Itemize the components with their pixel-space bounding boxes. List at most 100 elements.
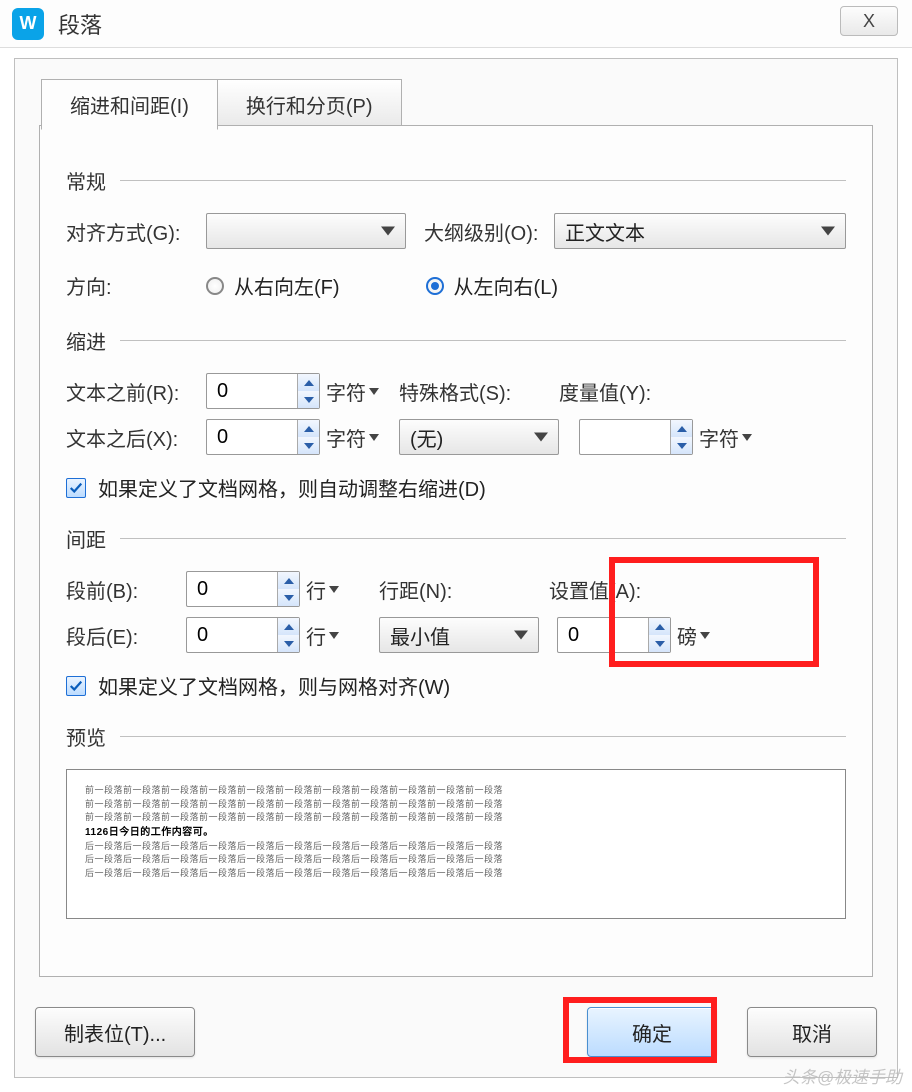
snap-grid-label: 如果定义了文档网格，则与网格对齐(W) [98, 671, 450, 700]
checkbox-checked-icon [66, 478, 86, 498]
watermark: 头条@极速手助 [783, 1063, 902, 1088]
spinner-down-icon[interactable] [278, 589, 299, 606]
special-format-label: 特殊格式(S): [399, 377, 529, 406]
before-text-label: 文本之前(R): [66, 377, 206, 406]
snap-grid-checkbox[interactable]: 如果定义了文档网格，则与网格对齐(W) [66, 671, 450, 700]
setting-spinner[interactable] [557, 617, 671, 653]
chevron-down-icon [700, 632, 710, 639]
chevron-down-icon [329, 632, 339, 639]
preview-line: 后一段落后一段落后一段落后一段落后一段落后一段落后一段落后一段落后一段落后一段落… [85, 867, 827, 881]
setting-unit[interactable]: 磅 [677, 621, 710, 650]
chevron-down-icon [369, 388, 379, 395]
chevron-down-icon [514, 631, 528, 640]
radio-rtl[interactable]: 从右向左(F) [206, 271, 340, 300]
before-text-input[interactable] [207, 374, 297, 408]
cancel-button[interactable]: 取消 [747, 1007, 877, 1057]
tab-indent-spacing[interactable]: 缩进和间距(I) [41, 79, 218, 130]
before-text-unit[interactable]: 字符 [326, 377, 379, 406]
measure-unit[interactable]: 字符 [699, 423, 752, 452]
line-spacing-dropdown[interactable]: 最小值 [379, 617, 539, 653]
chevron-down-icon [742, 434, 752, 441]
spinner-down-icon[interactable] [298, 391, 319, 408]
spinner-up-icon[interactable] [298, 420, 319, 437]
preview-heading: 预览 [66, 722, 106, 751]
preview-line: 前一段落前一段落前一段落前一段落前一段落前一段落前一段落前一段落前一段落前一段落… [85, 798, 827, 812]
section-preview: 预览 [66, 722, 846, 751]
spinner-up-icon[interactable] [278, 572, 299, 589]
tabs: 缩进和间距(I) 换行和分页(P) [41, 79, 402, 130]
close-icon: X [863, 11, 875, 32]
spinner-down-icon[interactable] [298, 437, 319, 454]
spinner-up-icon[interactable] [298, 374, 319, 391]
preview-line: 后一段落后一段落后一段落后一段落后一段落后一段落后一段落后一段落后一段落后一段落… [85, 853, 827, 867]
radio-checked-icon [426, 277, 444, 295]
divider [120, 180, 846, 181]
ok-button[interactable]: 确定 [587, 1007, 717, 1057]
tab-line-page[interactable]: 换行和分页(P) [217, 79, 402, 130]
line-spacing-label: 行距(N): [379, 575, 479, 604]
preview-line: 前一段落前一段落前一段落前一段落前一段落前一段落前一段落前一段落前一段落前一段落… [85, 784, 827, 798]
preview-content-line: 1126日今日的工作内容可。 [85, 825, 827, 840]
spinner-up-icon[interactable] [278, 618, 299, 635]
spacing-heading: 间距 [66, 524, 106, 553]
radio-icon [206, 277, 224, 295]
chevron-down-icon [369, 434, 379, 441]
special-format-dropdown[interactable]: (无) [399, 419, 559, 455]
after-para-unit[interactable]: 行 [306, 621, 339, 650]
chevron-down-icon [534, 433, 548, 442]
measure-input[interactable] [580, 420, 670, 454]
after-para-label: 段后(E): [66, 621, 186, 650]
alignment-label: 对齐方式(G): [66, 217, 206, 246]
section-indent: 缩进 [66, 326, 846, 355]
setting-label: 设置值(A): [549, 575, 641, 604]
spinner-down-icon[interactable] [671, 437, 692, 454]
after-para-input[interactable] [187, 618, 277, 652]
general-heading: 常规 [66, 166, 106, 195]
chevron-down-icon [329, 586, 339, 593]
after-text-input[interactable] [207, 420, 297, 454]
before-text-spinner[interactable] [206, 373, 320, 409]
spinner-down-icon[interactable] [278, 635, 299, 652]
indent-heading: 缩进 [66, 326, 106, 355]
after-text-spinner[interactable] [206, 419, 320, 455]
app-icon: W [12, 8, 44, 40]
outline-label: 大纲级别(O): [424, 217, 554, 246]
spinner-down-icon[interactable] [649, 635, 670, 652]
before-para-label: 段前(B): [66, 575, 186, 604]
titlebar: W 段落 X [0, 0, 912, 48]
auto-adjust-checkbox[interactable]: 如果定义了文档网格，则自动调整右缩进(D) [66, 473, 486, 502]
measure-spinner[interactable] [579, 419, 693, 455]
preview-line: 后一段落后一段落后一段落后一段落后一段落后一段落后一段落后一段落后一段落后一段落… [85, 840, 827, 854]
radio-rtl-label: 从右向左(F) [234, 271, 340, 300]
checkbox-checked-icon [66, 676, 86, 696]
chevron-down-icon [821, 227, 835, 236]
close-button[interactable]: X [840, 6, 898, 36]
tabs-button[interactable]: 制表位(T)... [35, 1007, 195, 1057]
line-spacing-value: 最小值 [390, 621, 450, 650]
divider [120, 736, 846, 737]
direction-label: 方向: [66, 271, 206, 300]
auto-adjust-label: 如果定义了文档网格，则自动调整右缩进(D) [98, 473, 486, 502]
window-title: 段落 [58, 8, 102, 40]
spinner-up-icon[interactable] [671, 420, 692, 437]
spinner-up-icon[interactable] [649, 618, 670, 635]
outline-dropdown[interactable]: 正文文本 [554, 213, 846, 249]
before-para-input[interactable] [187, 572, 277, 606]
preview-pane: 前一段落前一段落前一段落前一段落前一段落前一段落前一段落前一段落前一段落前一段落… [66, 769, 846, 919]
after-text-unit[interactable]: 字符 [326, 423, 379, 452]
divider [120, 340, 846, 341]
divider [120, 538, 846, 539]
content-panel: 常规 对齐方式(G): 大纲级别(O): 正文文本 方向: 从右向左(F) [39, 125, 873, 977]
dialog-frame: 缩进和间距(I) 换行和分页(P) 常规 对齐方式(G): 大纲级别(O): 正… [14, 58, 898, 1078]
section-spacing: 间距 [66, 524, 846, 553]
bottom-bar: 制表位(T)... 确定 取消 [35, 1007, 877, 1057]
measure-label: 度量值(Y): [559, 377, 651, 406]
before-para-unit[interactable]: 行 [306, 575, 339, 604]
chevron-down-icon [381, 227, 395, 236]
radio-ltr[interactable]: 从左向右(L) [426, 271, 558, 300]
alignment-dropdown[interactable] [206, 213, 406, 249]
outline-value: 正文文本 [565, 217, 645, 246]
before-para-spinner[interactable] [186, 571, 300, 607]
after-para-spinner[interactable] [186, 617, 300, 653]
setting-input[interactable] [558, 618, 648, 652]
